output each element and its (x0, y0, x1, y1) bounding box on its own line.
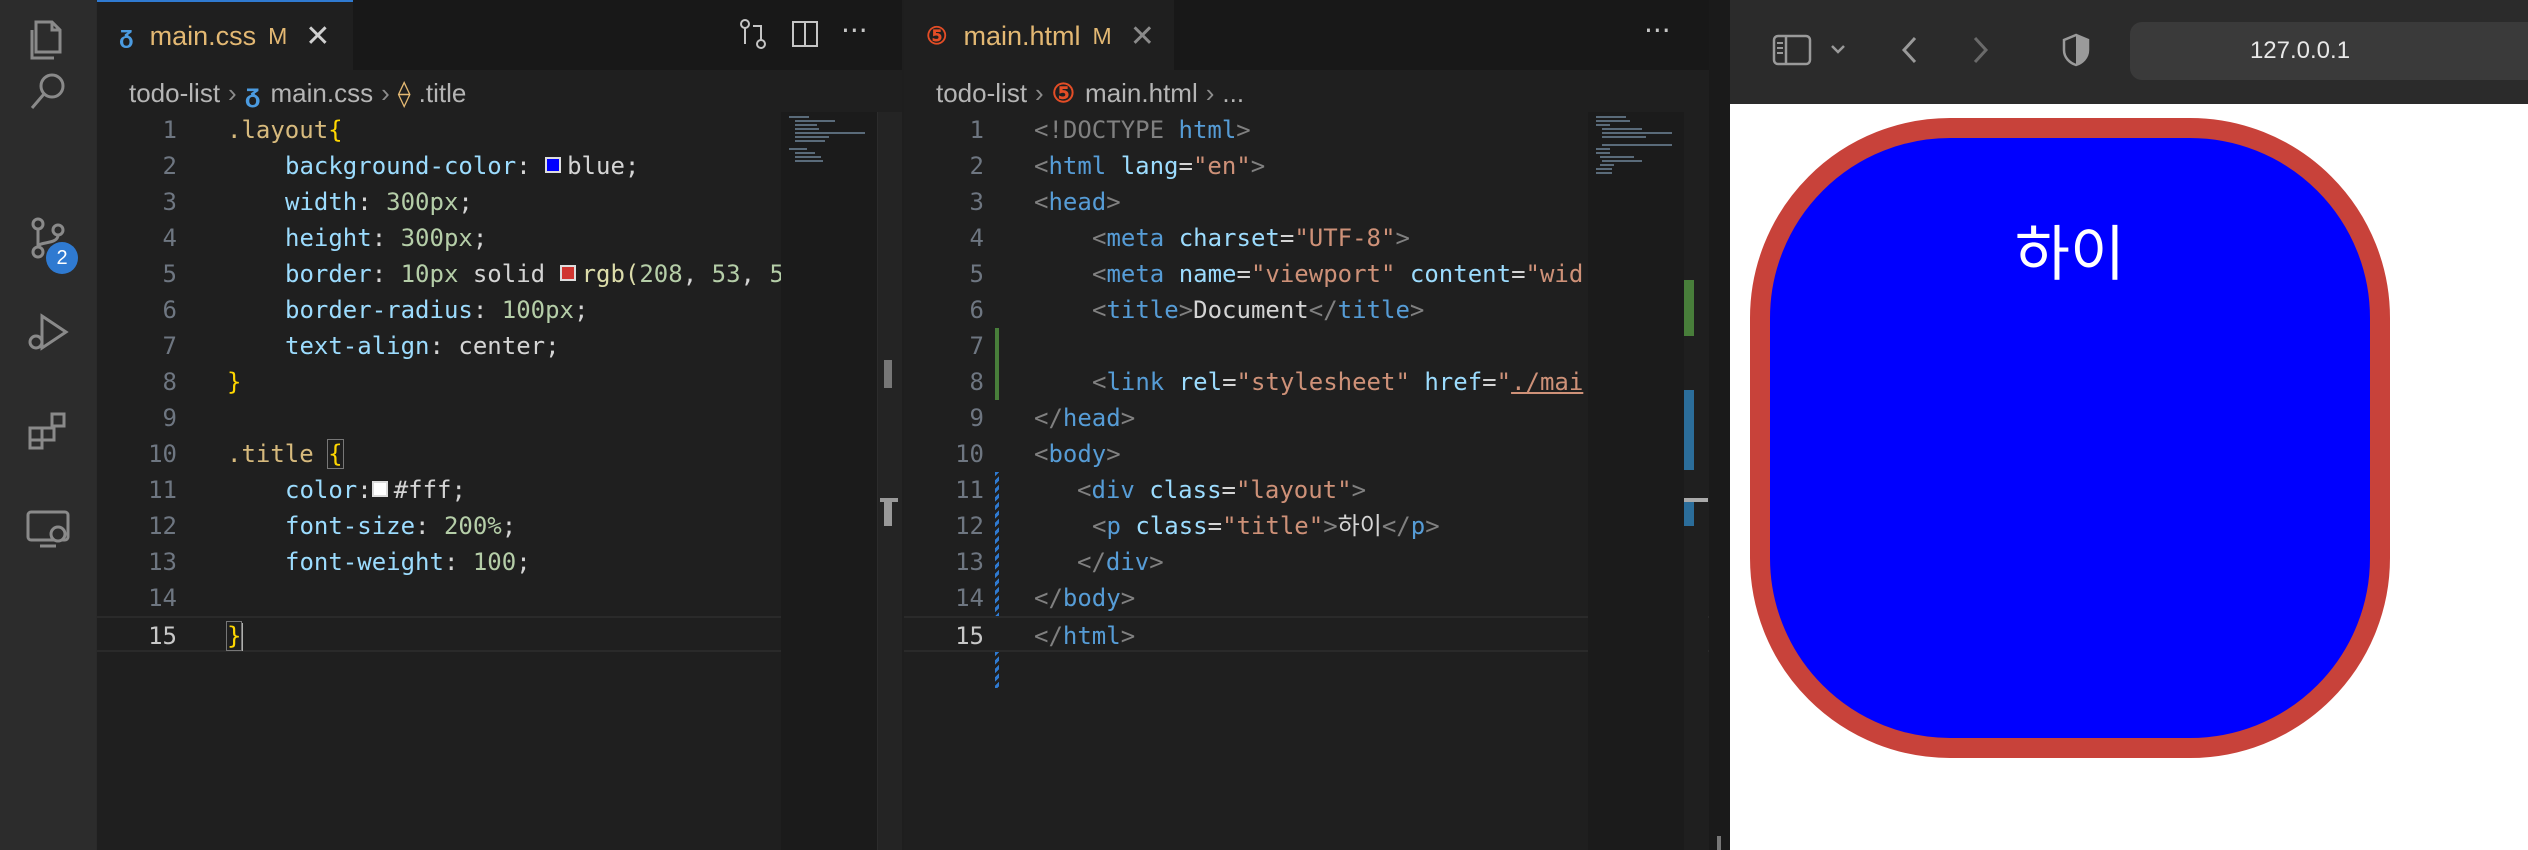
remote-explorer-icon[interactable] (24, 504, 72, 552)
browser-toolbar: 127.0.0.1 (1730, 0, 2528, 104)
tab-main-css[interactable]: ᵹ main.css M ✕ (97, 0, 353, 70)
more-actions-icon[interactable]: ··· (1644, 14, 1671, 47)
breadcrumb-file[interactable]: main.css (271, 78, 374, 109)
chevron-right-icon: › (381, 77, 390, 108)
tab-bar: ᵹ main.css M ✕ ··· (97, 0, 902, 70)
vertical-scrollbar[interactable] (877, 112, 902, 850)
html-file-icon: ⑤ (926, 22, 948, 50)
layout-box: 하이 (1750, 118, 2390, 758)
symbol-icon: ⟠ (397, 77, 411, 108)
css-file-icon: ᵹ (119, 22, 134, 49)
text-cursor (241, 623, 244, 651)
html-editor-pane: ⑤ main.html M ✕ ··· todo-list › ⑤ main.h… (904, 0, 1709, 850)
gutter-change-indicator (995, 652, 999, 688)
activity-bar: 2 (0, 0, 97, 850)
html-file-icon: ⑤ (1051, 77, 1076, 108)
scroll-marker-modified (1684, 390, 1694, 470)
open-changes-icon[interactable] (737, 16, 769, 56)
close-icon[interactable]: ✕ (1130, 19, 1155, 54)
scroll-marker-added (1684, 280, 1694, 336)
address-bar[interactable]: 127.0.0.1 (2130, 22, 2528, 80)
source-control-badge: 2 (46, 242, 78, 274)
minimap[interactable] (1588, 112, 1684, 850)
back-icon[interactable] (1898, 32, 1922, 72)
sidebar-toggle-icon[interactable] (1772, 34, 1812, 70)
run-debug-icon[interactable] (24, 308, 72, 356)
forward-icon[interactable] (1968, 32, 1992, 72)
close-icon[interactable]: ✕ (305, 19, 330, 54)
color-swatch[interactable] (545, 157, 562, 173)
scroll-marker-modified (1684, 502, 1694, 526)
minimap[interactable] (781, 112, 877, 850)
scroll-thumb[interactable] (1717, 836, 1721, 850)
tab-label: main.html (963, 20, 1081, 51)
breadcrumb-file[interactable]: main.html (1085, 78, 1198, 109)
search-icon[interactable] (24, 68, 72, 116)
css-editor-pane: ᵹ main.css M ✕ ··· todo-list › ᵹ main.cs… (97, 0, 902, 850)
chevron-right-icon: › (228, 77, 237, 108)
scroll-marker (884, 498, 892, 526)
chevron-right-icon: › (1205, 77, 1215, 108)
tab-bar: ⑤ main.html M ✕ ··· (904, 0, 1709, 70)
breadcrumb-folder[interactable]: todo-list (129, 78, 220, 109)
url-text: 127.0.0.1 (2249, 37, 2351, 64)
color-swatch[interactable] (371, 481, 388, 497)
color-swatch[interactable] (559, 265, 576, 281)
breadcrumb-symbol[interactable]: ... (1222, 78, 1244, 109)
browser-window: 127.0.0.1 하이 (1730, 0, 2528, 850)
more-actions-icon[interactable]: ··· (841, 14, 868, 47)
layout-title-text: 하이 (2014, 220, 2126, 290)
window-divider (1709, 0, 1730, 850)
tab-label: main.css (149, 20, 257, 51)
breadcrumb: todo-list › ⑤ main.html › ... (904, 70, 1709, 116)
modified-indicator: M (1092, 22, 1112, 49)
breadcrumb: todo-list › ᵹ main.css › ⟠ .title (97, 70, 902, 116)
modified-indicator: M (268, 22, 288, 49)
breadcrumb-folder[interactable]: todo-list (936, 78, 1027, 109)
chevron-down-icon[interactable] (1828, 38, 1848, 66)
tab-main-html[interactable]: ⑤ main.html M ✕ (904, 0, 1174, 70)
extensions-icon[interactable] (24, 406, 72, 454)
privacy-shield-icon[interactable] (2060, 32, 2092, 72)
chevron-right-icon: › (1035, 77, 1044, 108)
breadcrumb-symbol[interactable]: .title (419, 78, 467, 109)
vertical-scrollbar[interactable] (1684, 112, 1708, 850)
explorer-icon[interactable] (24, 16, 72, 64)
css-file-icon: ᵹ (244, 77, 261, 108)
split-editor-icon[interactable] (789, 16, 821, 56)
scroll-thumb[interactable] (884, 360, 892, 388)
